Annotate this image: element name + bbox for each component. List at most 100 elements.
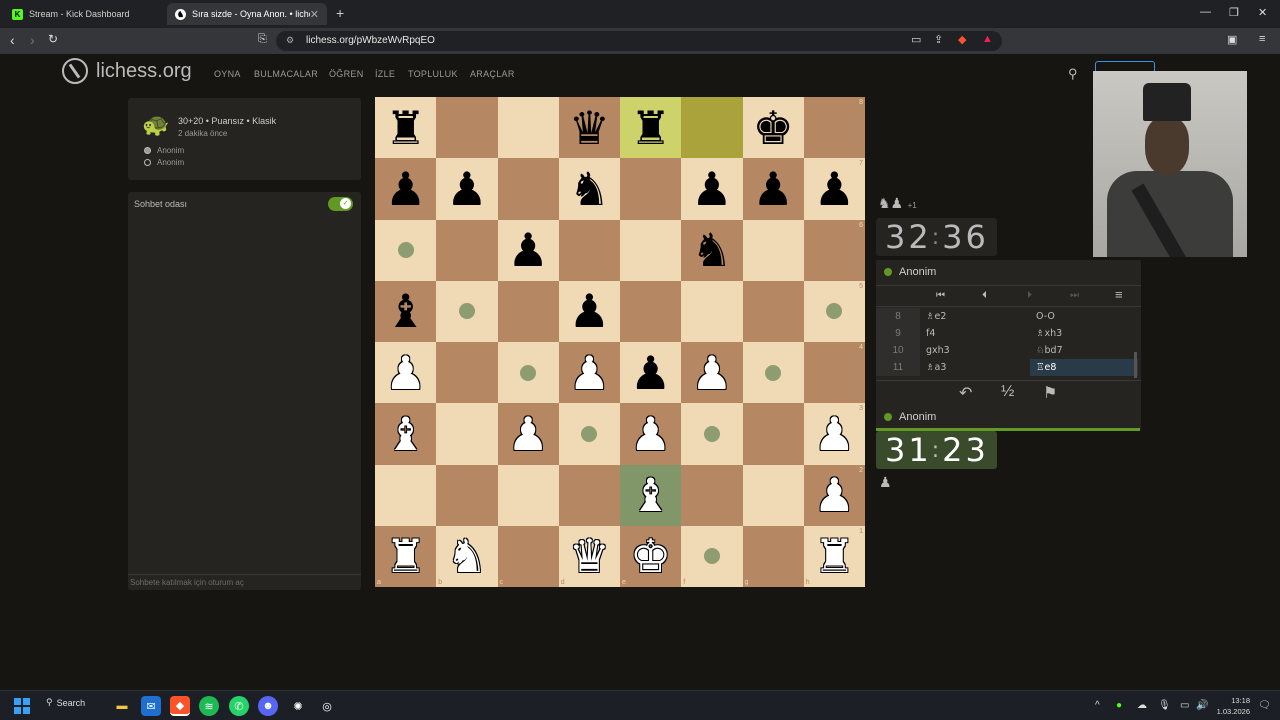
white-move[interactable]: f4	[920, 325, 1030, 342]
square-e5[interactable]	[620, 280, 682, 342]
white-move[interactable]: ♗e2	[920, 308, 1030, 325]
move-destination-dot[interactable]	[520, 364, 537, 381]
square-f8[interactable]	[681, 97, 743, 159]
square-h3[interactable]: ♟ 3	[803, 403, 865, 465]
square-f7[interactable]: ♟	[681, 158, 743, 220]
kick-tray-icon[interactable]: ●	[1116, 700, 1122, 711]
white-pawn-icon[interactable]: ♟	[691, 350, 732, 396]
square-b2[interactable]	[436, 464, 498, 526]
lichess-logo[interactable]: lichess.org	[62, 58, 192, 84]
next-move-icon[interactable]: ⏵	[1027, 290, 1032, 301]
system-clock[interactable]: 13:18 1.03.2026	[1217, 695, 1250, 717]
move-destination-dot[interactable]	[581, 425, 598, 442]
white-bishop-icon[interactable]: ♝	[385, 411, 426, 457]
move-list-scrollbar[interactable]	[1134, 352, 1137, 378]
address-bar[interactable]: ⚙ lichess.org/pWbzeWvRpqEO	[276, 31, 1002, 51]
white-move[interactable]: gxh3	[920, 342, 1030, 359]
square-e3[interactable]: ♟	[620, 403, 682, 465]
microphone-icon[interactable]: 🎙	[1158, 700, 1171, 711]
white-king-icon[interactable]: ♚	[630, 533, 671, 579]
sidebar-icon[interactable]: ▣	[1227, 33, 1237, 46]
square-f4[interactable]: ♟	[681, 342, 743, 404]
square-g2[interactable]	[742, 464, 804, 526]
square-e1[interactable]: ♚ e	[620, 525, 682, 587]
square-h2[interactable]: ♟ 2	[803, 464, 865, 526]
cast-icon[interactable]: ▭	[911, 33, 921, 46]
square-d8[interactable]: ♛	[558, 97, 620, 159]
square-b1[interactable]: ♞ b	[436, 525, 498, 587]
square-d4[interactable]: ♟	[558, 342, 620, 404]
white-pawn-icon[interactable]: ♟	[508, 411, 549, 457]
move-destination-dot[interactable]	[458, 303, 475, 320]
square-g5[interactable]	[742, 280, 804, 342]
square-g7[interactable]: ♟	[742, 158, 804, 220]
app-icon[interactable]: ◎	[317, 696, 337, 716]
move-destination-dot[interactable]	[765, 364, 782, 381]
square-e2[interactable]: ♝	[620, 464, 682, 526]
chatgpt-icon[interactable]: ✺	[288, 696, 308, 716]
square-h1[interactable]: ♜ 1 h	[803, 525, 865, 587]
square-h7[interactable]: ♟ 7	[803, 158, 865, 220]
chess-board[interactable]: ♜ ♛ ♜ ♚ 8 ♟ ♟ ♞ ♟ ♟ ♟ 7 ♟ ♞ 6 ♝ ♟ 5 ♟ ♟ ♟ ♟ 4 ♝ ♟ ♟ ♟ 3 ♝ ♟ 2 ♜ a ♞ b c ♛ d ♚ e…	[375, 97, 865, 587]
network-icon[interactable]: ▭	[1180, 700, 1189, 711]
new-tab-button[interactable]: +	[336, 5, 344, 21]
back-icon[interactable]: ‹	[10, 32, 15, 48]
notifications-icon[interactable]: 🗨	[1258, 700, 1271, 711]
brave-shield-icon[interactable]: ◆	[958, 33, 966, 46]
taskbar-search[interactable]: ⚲ Search	[46, 697, 85, 708]
square-b5[interactable]	[436, 280, 498, 342]
white-pawn-icon[interactable]: ♟	[630, 411, 671, 457]
white-bishop-icon[interactable]: ♝	[630, 472, 671, 518]
square-g6[interactable]	[742, 219, 804, 281]
move-destination-dot[interactable]	[703, 548, 720, 565]
black-move-current[interactable]: ♖e8	[1030, 359, 1138, 376]
square-g8[interactable]: ♚	[742, 97, 804, 159]
square-f1[interactable]: f	[681, 525, 743, 587]
square-g1[interactable]: g	[742, 525, 804, 587]
minimize-button[interactable]: —	[1200, 6, 1211, 18]
white-pawn-icon[interactable]: ♟	[569, 350, 610, 396]
takeback-icon[interactable]: ↶	[959, 383, 972, 403]
black-move[interactable]: ♗xh3	[1030, 325, 1138, 342]
square-e8[interactable]: ♜	[620, 97, 682, 159]
resign-flag-icon[interactable]: ⚑	[1043, 383, 1057, 403]
square-d5[interactable]: ♟	[558, 280, 620, 342]
square-b7[interactable]: ♟	[436, 158, 498, 220]
square-c3[interactable]: ♟	[497, 403, 559, 465]
forward-icon[interactable]: ›	[30, 32, 35, 48]
show-hidden-icons-icon[interactable]: ^	[1095, 700, 1100, 711]
square-f5[interactable]	[681, 280, 743, 342]
square-a5[interactable]: ♝	[375, 280, 437, 342]
discord-icon[interactable]: ☻	[258, 696, 278, 716]
square-c7[interactable]	[497, 158, 559, 220]
square-g4[interactable]	[742, 342, 804, 404]
browser-menu-icon[interactable]: ≡	[1259, 33, 1265, 45]
reload-icon[interactable]: ↻	[48, 32, 58, 46]
move-destination-dot[interactable]	[703, 425, 720, 442]
square-f3[interactable]	[681, 403, 743, 465]
close-tab-icon[interactable]: ✕	[310, 8, 319, 21]
outlook-icon[interactable]: ✉	[141, 696, 161, 716]
square-f6[interactable]: ♞	[681, 219, 743, 281]
nav-puzzles[interactable]: BULMACALAR	[254, 69, 318, 79]
square-e6[interactable]	[620, 219, 682, 281]
tab-kick-dashboard[interactable]: K Stream - Kick Dashboard	[4, 3, 164, 25]
square-c8[interactable]	[497, 97, 559, 159]
chat-input[interactable]: Sohbete katılmak için oturum aç	[128, 574, 361, 590]
move-destination-dot[interactable]	[397, 242, 414, 259]
square-d7[interactable]: ♞	[558, 158, 620, 220]
white-pawn-icon[interactable]: ♟	[385, 350, 426, 396]
previous-move-icon[interactable]: ⏴	[982, 290, 987, 301]
square-h6[interactable]: 6	[803, 219, 865, 281]
white-knight-icon[interactable]: ♞	[446, 533, 487, 579]
brave-browser-icon[interactable]: ◆	[170, 696, 190, 716]
square-c6[interactable]: ♟	[497, 219, 559, 281]
square-a3[interactable]: ♝	[375, 403, 437, 465]
square-d3[interactable]	[558, 403, 620, 465]
first-move-icon[interactable]: ⏮	[936, 290, 945, 301]
white-pawn-icon[interactable]: ♟	[814, 411, 855, 457]
whatsapp-icon[interactable]: ✆	[229, 696, 249, 716]
square-f2[interactable]	[681, 464, 743, 526]
square-d1[interactable]: ♛ d	[558, 525, 620, 587]
spotify-icon[interactable]: ≋	[199, 696, 219, 716]
